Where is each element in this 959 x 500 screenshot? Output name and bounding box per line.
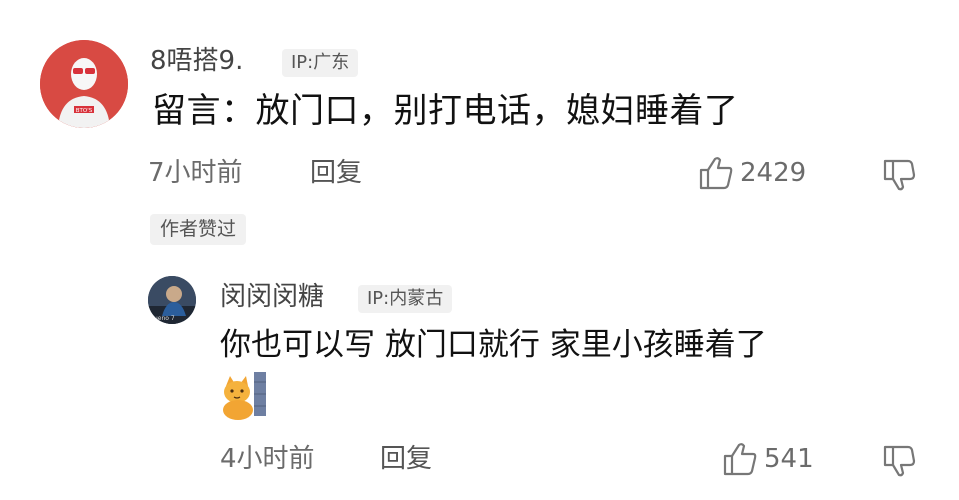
cat-sticker <box>220 372 268 420</box>
reply-button[interactable]: 回复 <box>310 160 362 186</box>
svg-text:ueno 7: ueno 7 <box>154 315 175 322</box>
avatar-photo-icon: ueno 7 <box>148 276 196 324</box>
reply-text[interactable]: 你也可以写 放门口就行 家里小孩睡着了 <box>220 330 767 361</box>
comment-text[interactable]: 留言：放门口，别打电话，媳妇睡着了 <box>152 94 739 128</box>
thumbs-up-icon[interactable] <box>722 442 758 476</box>
reply-timestamp: 4小时前 <box>220 444 315 474</box>
comment-username[interactable]: 8唔搭9. <box>150 48 243 74</box>
svg-text:BTO'S: BTO'S <box>76 108 93 114</box>
ip-location-badge: IP:内蒙古 <box>358 285 453 313</box>
ip-location-badge: IP:广东 <box>282 49 359 77</box>
thumbs-down-icon[interactable] <box>882 444 916 478</box>
reply-username[interactable]: 闵闵闵糖 <box>220 284 324 310</box>
like-count: 2429 <box>740 158 807 188</box>
reply-button[interactable]: 回复 <box>380 446 432 472</box>
avatar[interactable]: BTO'S <box>40 40 128 128</box>
thumbs-up-icon[interactable] <box>698 156 734 190</box>
like-count: 541 <box>764 444 814 474</box>
avatar-figure-icon: BTO'S <box>40 40 128 128</box>
author-liked-badge: 作者赞过 <box>150 214 247 245</box>
comment-timestamp: 7小时前 <box>148 158 243 188</box>
thumbs-down-icon[interactable] <box>882 158 916 192</box>
reply-avatar[interactable]: ueno 7 <box>148 276 196 324</box>
